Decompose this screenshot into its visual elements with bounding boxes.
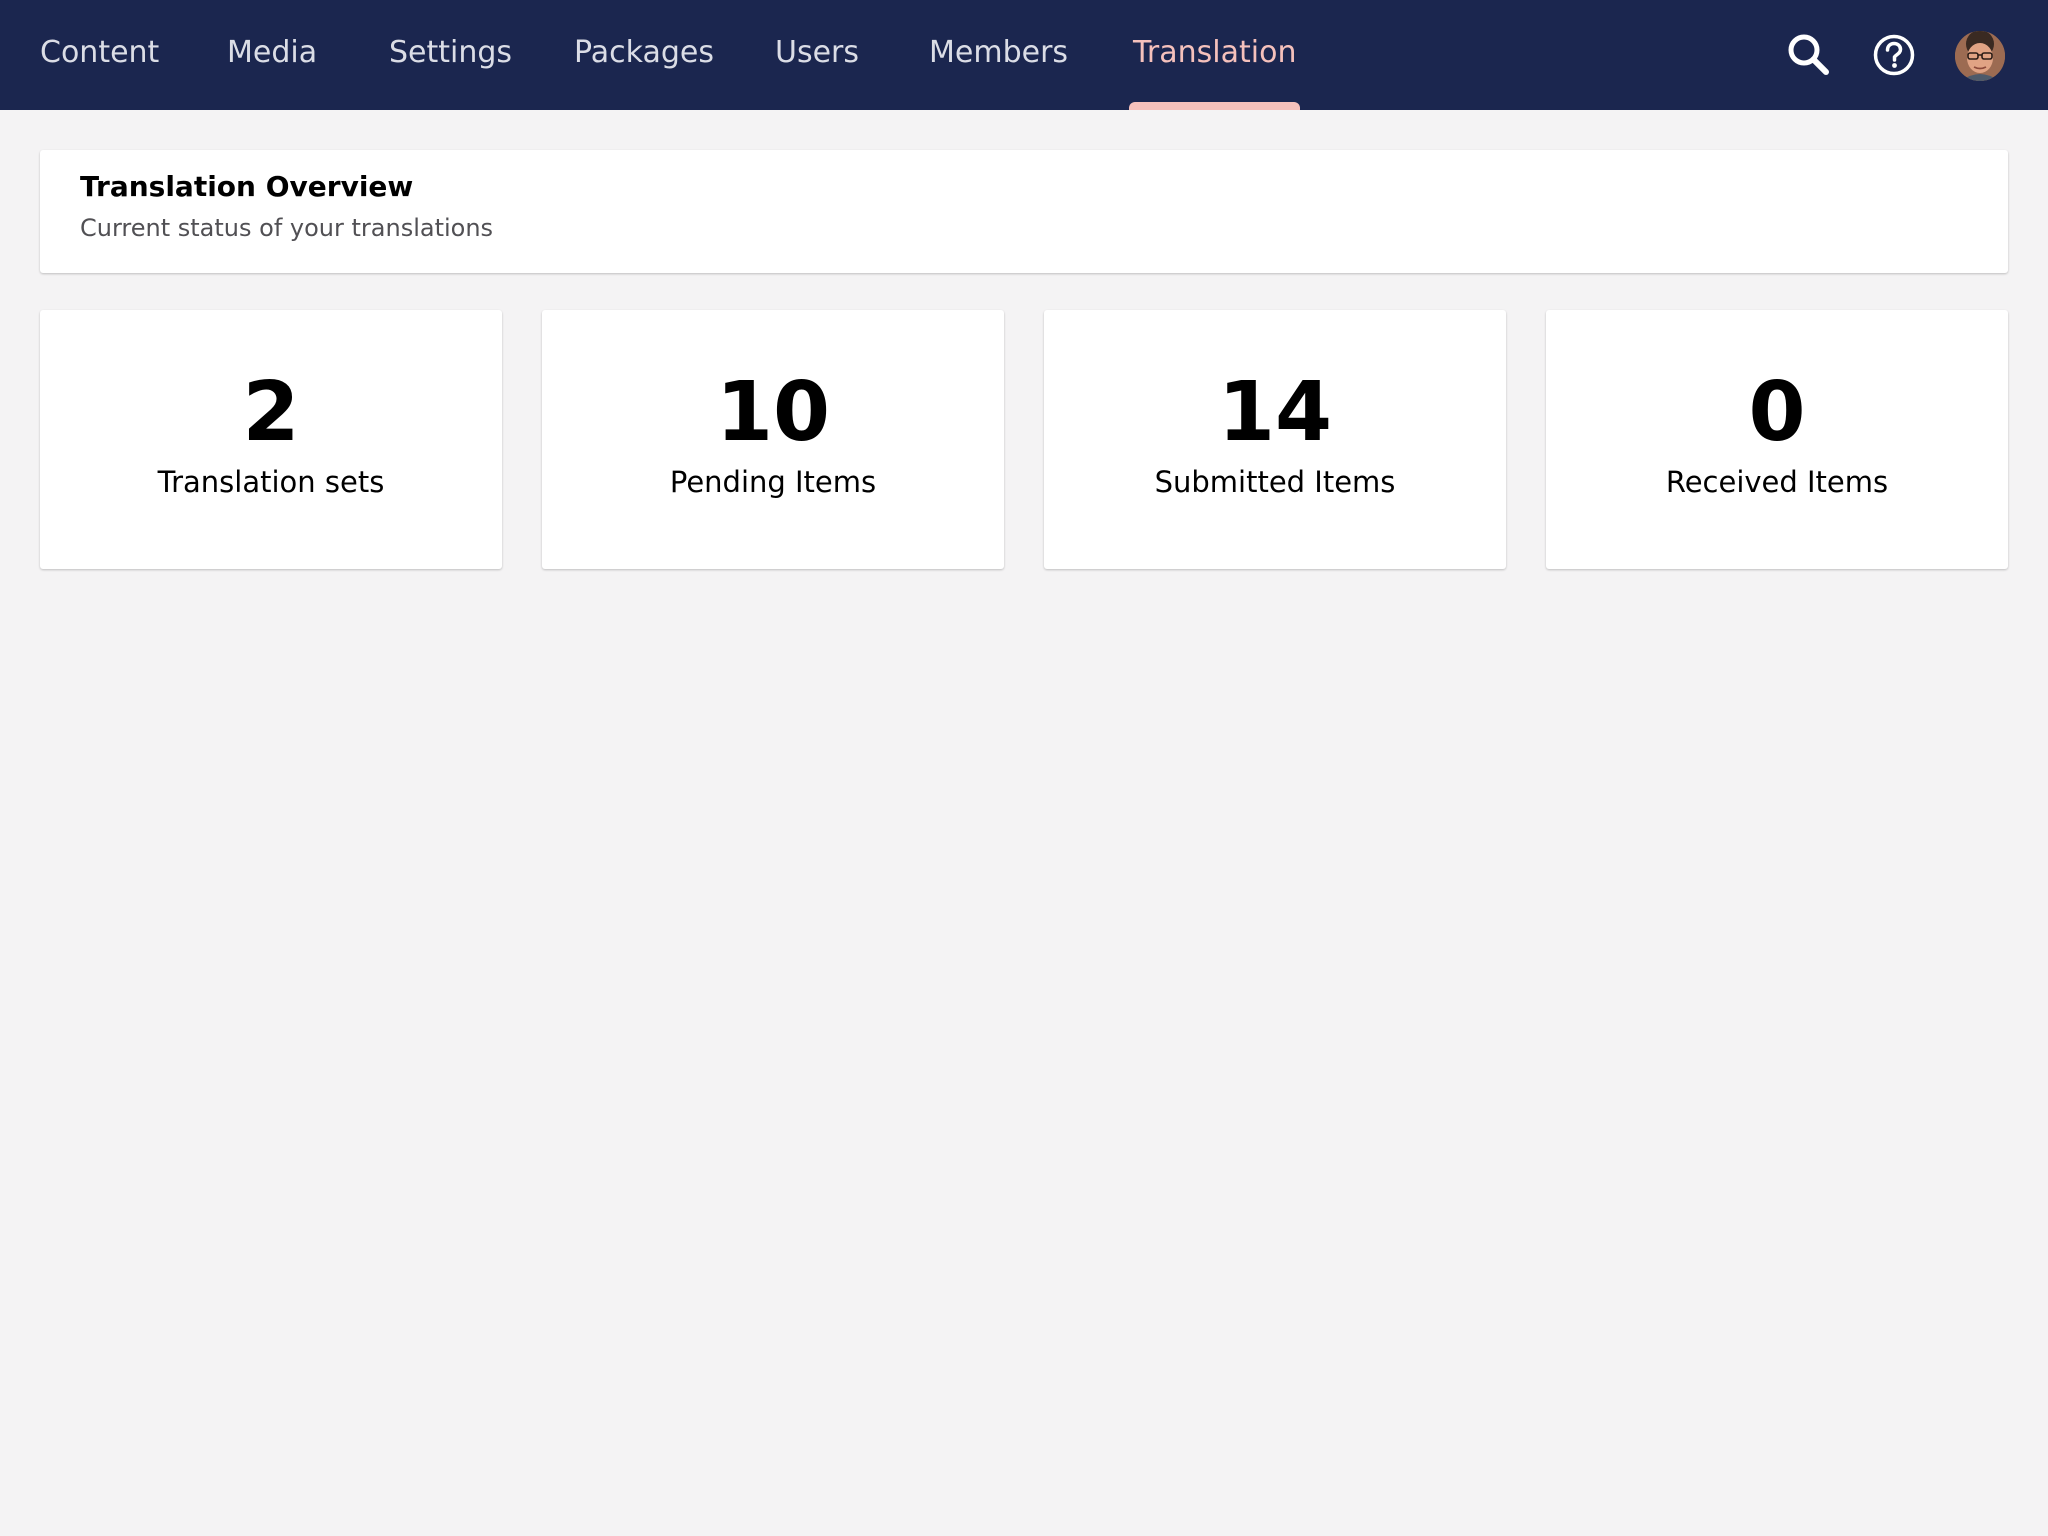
stat-label: Translation sets bbox=[157, 465, 385, 499]
stat-label: Received Items bbox=[1665, 465, 1889, 499]
search-button[interactable] bbox=[1783, 29, 1835, 81]
user-avatar[interactable] bbox=[1955, 31, 2005, 81]
nav-item-label: Media bbox=[227, 35, 318, 70]
search-icon bbox=[1788, 34, 1829, 75]
active-tab-indicator bbox=[1129, 102, 1301, 110]
help-button[interactable] bbox=[1868, 29, 1920, 81]
stat-card-received-items[interactable]: 0 Received Items bbox=[1546, 310, 2008, 569]
stat-card-translation-sets[interactable]: 2 Translation sets bbox=[40, 310, 502, 569]
stat-value: 2 bbox=[242, 365, 300, 460]
nav-item-label: Translation bbox=[1133, 35, 1297, 70]
nav-item-users[interactable]: Users bbox=[775, 0, 859, 110]
nav-item-members[interactable]: Members bbox=[929, 0, 1068, 110]
nav-item-content[interactable]: Content bbox=[40, 0, 159, 110]
page-subtitle: Current status of your translations bbox=[80, 214, 494, 242]
page-title: Translation Overview bbox=[80, 170, 414, 203]
stat-value: 0 bbox=[1748, 365, 1806, 460]
stat-label: Pending Items bbox=[669, 465, 877, 499]
stat-value: 14 bbox=[1217, 365, 1333, 460]
nav-item-label: Users bbox=[775, 35, 860, 70]
stat-card-submitted-items[interactable]: 14 Submitted Items bbox=[1044, 310, 1506, 569]
stat-label: Submitted Items bbox=[1154, 465, 1396, 499]
stat-value: 10 bbox=[715, 365, 831, 460]
nav-item-label: Packages bbox=[574, 35, 714, 70]
nav-item-media[interactable]: Media bbox=[227, 0, 317, 110]
nav-item-packages[interactable]: Packages bbox=[574, 0, 714, 110]
nav-item-label: Members bbox=[929, 35, 1069, 70]
top-navigation-bar: Content Media Settings Packages Users Me… bbox=[0, 0, 2048, 110]
nav-item-translation[interactable]: Translation bbox=[1129, 0, 1301, 110]
nav-item-settings[interactable]: Settings bbox=[389, 0, 512, 110]
overview-header-card: Translation Overview Current status of y… bbox=[40, 150, 2008, 273]
stat-card-pending-items[interactable]: 10 Pending Items bbox=[542, 310, 1004, 569]
help-icon bbox=[1873, 34, 1915, 76]
avatar-image bbox=[1955, 31, 2005, 81]
nav-item-label: Settings bbox=[389, 35, 513, 70]
nav-item-label: Content bbox=[40, 35, 160, 70]
